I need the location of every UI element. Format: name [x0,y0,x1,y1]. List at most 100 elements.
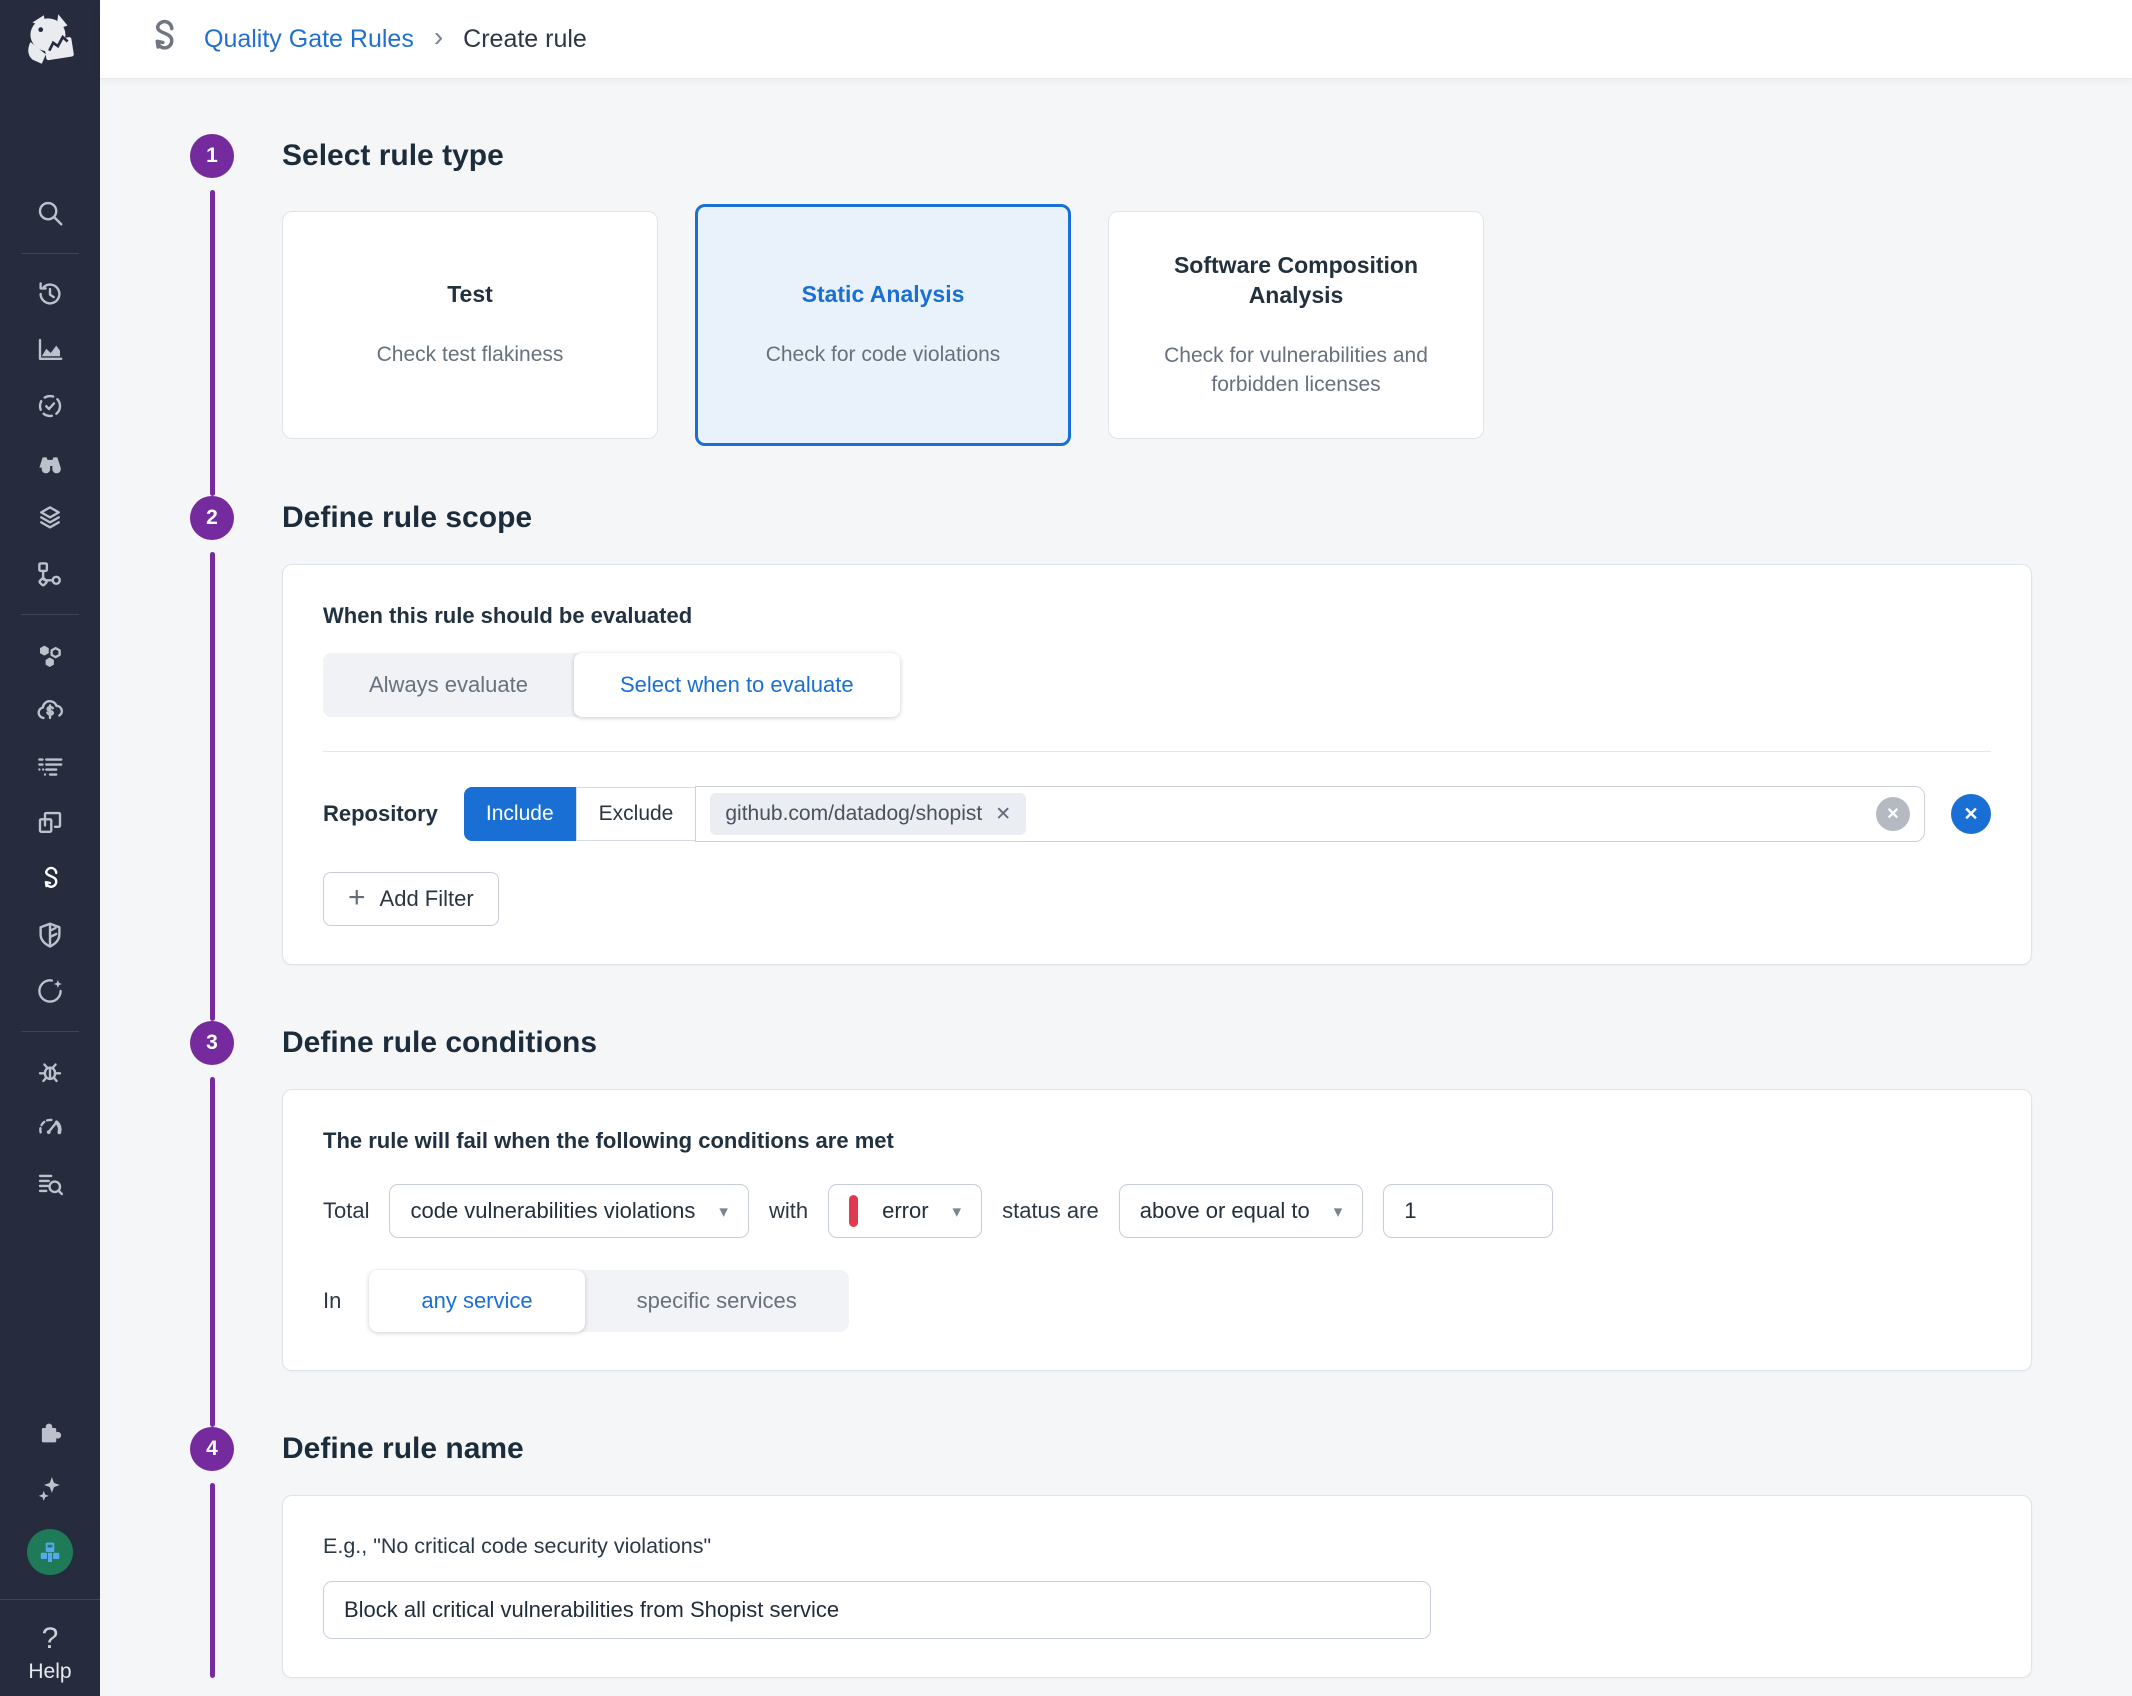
help-button[interactable]: ? Help [28,1624,71,1684]
step-title: Define rule conditions [282,1021,2032,1065]
step-rail: 1 [190,134,234,496]
user-avatar[interactable] [27,1529,73,1575]
step-select-rule-type: 1 Select rule type Test Check test flaki… [190,134,2032,496]
chip-remove-icon[interactable]: ✕ [995,805,1011,824]
sidebar-item-logs[interactable] [28,751,72,783]
rule-name-panel: E.g., "No critical code security violati… [282,1495,2032,1678]
sidebar-item-cloud-cost[interactable] [28,695,72,727]
comparator-value: above or equal to [1140,1198,1310,1224]
sidebar-item-ai[interactable] [28,1473,72,1505]
add-filter-button[interactable]: + Add Filter [323,872,499,926]
exclude-toggle[interactable]: Exclude [576,787,697,841]
sidebar: ? Help [0,0,100,1696]
threshold-input[interactable] [1383,1184,1553,1238]
pipeline-loop-icon [35,864,65,894]
sidebar-item-service-map[interactable] [28,558,72,590]
create-rule-form: 1 Select rule type Test Check test flaki… [100,78,2132,1696]
sidebar-item-history[interactable] [28,278,72,310]
select-when-to-evaluate-option[interactable]: Select when to evaluate [574,653,900,717]
sidebar-item-software-delivery[interactable] [28,863,72,895]
rule-type-card-static-analysis[interactable]: Static Analysis Check for code violation… [695,204,1071,446]
help-label: Help [28,1660,71,1684]
step-rail: 2 [190,496,234,1021]
quality-gates-icon [142,16,184,63]
windows-icon [35,808,65,838]
question-mark-icon: ? [42,1624,59,1654]
metric-select[interactable]: code vulnerabilities violations ▾ [389,1184,748,1238]
target-circle-icon [35,391,65,421]
step-connector-line [210,1077,215,1427]
card-description: Check for vulnerabilities and forbidden … [1139,341,1453,400]
specific-services-option[interactable]: specific services [585,1270,849,1332]
always-evaluate-option[interactable]: Always evaluate [323,653,574,717]
close-icon: ✕ [1963,804,1978,825]
card-description: Check test flakiness [377,340,564,369]
service-scope-toggle: any service specific services [369,1270,848,1332]
main-area: Quality Gate Rules › Create rule 1 Selec… [100,0,2132,1696]
sidebar-item-watchdog[interactable] [28,446,72,478]
add-filter-label: Add Filter [380,886,474,912]
step-number-badge: 3 [190,1021,234,1065]
cloud-dollar-icon [35,696,65,726]
clear-input-button[interactable]: ✕ [1876,797,1910,831]
service-scope-row: In any service specific services [323,1270,1991,1332]
step-connector-line [210,552,215,1021]
severity-select[interactable]: error ▾ [828,1184,982,1238]
rule-type-card-test[interactable]: Test Check test flakiness [282,211,658,439]
sidebar-item-rum[interactable] [28,807,72,839]
app-root: ? Help Quality Gate Rules › Create rule … [0,0,2132,1696]
card-title: Test [447,280,493,310]
chevron-down-icon: ▾ [953,1203,962,1220]
rule-type-cards: Test Check test flakiness Static Analysi… [282,204,2032,496]
sidebar-item-metrics[interactable] [28,334,72,366]
rule-type-card-sca[interactable]: Software Composition Analysis Check for … [1108,211,1484,439]
sidebar-divider [21,614,79,615]
any-service-option[interactable]: any service [369,1270,584,1332]
step-number-badge: 4 [190,1427,234,1471]
binoculars-icon [35,447,65,477]
card-title: Software Composition Analysis [1139,251,1453,311]
log-lines-icon [35,752,65,782]
repository-tag-chip: github.com/datadog/shopist ✕ [710,793,1026,835]
repository-label: Repository [323,801,438,827]
puzzle-icon [35,1418,65,1448]
sidebar-item-search[interactable] [28,197,72,229]
total-label: Total [323,1198,369,1224]
chevron-down-icon: ▾ [1334,1203,1343,1220]
plus-icon: + [348,883,366,913]
repository-tag-input[interactable]: github.com/datadog/shopist ✕ ✕ [695,786,1925,842]
sidebar-item-error-tracking[interactable] [28,1056,72,1088]
sidebar-nav [0,197,100,1200]
sidebar-item-layers[interactable] [28,502,72,534]
when-evaluated-label: When this rule should be evaluated [323,603,1991,629]
comparator-select[interactable]: above or equal to ▾ [1119,1184,1364,1238]
close-icon: ✕ [1886,804,1899,824]
sidebar-divider [21,1031,79,1032]
sidebar-bottom: ? Help [0,1417,100,1696]
panel-divider [323,751,1991,752]
step-define-rule-name: 4 Define rule name E.g., "No critical co… [190,1427,2032,1678]
remove-filter-button[interactable]: ✕ [1951,794,1991,834]
sidebar-item-synthetics[interactable] [28,390,72,422]
sidebar-divider [0,1599,100,1600]
avatar-robot-icon [35,1537,65,1567]
include-toggle[interactable]: Include [464,787,576,841]
datadog-logo-icon[interactable] [17,8,83,79]
in-label: In [323,1288,341,1314]
sidebar-item-integrations[interactable] [28,1417,72,1449]
evaluate-toggle: Always evaluate Select when to evaluate [323,653,900,717]
rule-name-input[interactable] [323,1581,1431,1639]
breadcrumb-current: Create rule [463,25,587,54]
breadcrumb-root-link[interactable]: Quality Gate Rules [204,25,414,54]
layers-icon [35,503,65,533]
sidebar-item-profiling[interactable] [28,1112,72,1144]
log-search-icon [35,1169,65,1199]
sidebar-item-log-search[interactable] [28,1168,72,1200]
sidebar-item-infrastructure[interactable] [28,639,72,671]
hexagons-icon [35,640,65,670]
history-clock-icon [35,279,65,309]
card-description: Check for code violations [766,340,1001,369]
sidebar-item-service-mgmt[interactable] [28,975,72,1007]
with-label: with [769,1198,808,1224]
sidebar-item-security[interactable] [28,919,72,951]
